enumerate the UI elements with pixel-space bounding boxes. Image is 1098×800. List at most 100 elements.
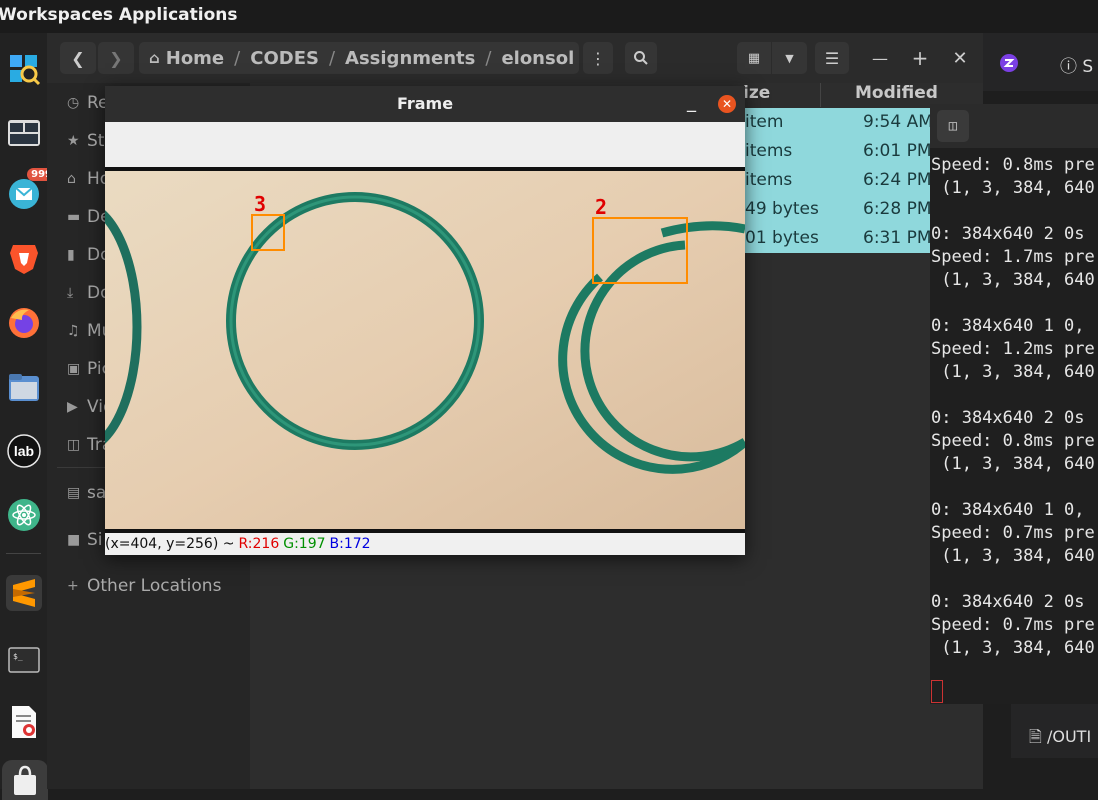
sidebar-item-folder[interactable]: ■ Si bbox=[67, 530, 103, 550]
terminal-line: Speed: 0.8ms pre bbox=[931, 155, 1095, 175]
search-button[interactable] bbox=[625, 42, 657, 74]
main-menu-button[interactable]: ☰ bbox=[815, 42, 849, 74]
search-apps-icon[interactable] bbox=[6, 51, 42, 87]
terminal-output[interactable]: Speed: 0.8ms pre (1, 3, 384, 640 0: 384x… bbox=[931, 154, 1095, 660]
terminal-line: (1, 3, 384, 640 bbox=[931, 178, 1095, 198]
file-manager-headerbar: ❮ ❯ ⌂ Home / CODES / Assignments / elons… bbox=[47, 33, 983, 83]
frame-close-button[interactable]: ✕ bbox=[718, 95, 736, 113]
terminal-line: 0: 384x640 2 0s bbox=[931, 592, 1085, 612]
mail-icon[interactable]: 999 bbox=[6, 168, 56, 212]
frame-window: Frame _ ✕ 3 2 (x=404, y=256) ~ R:216 G:1… bbox=[18, 86, 748, 555]
grid-icon: ▦ bbox=[747, 50, 761, 66]
sidebar-item-drive[interactable]: ▤ sa bbox=[67, 483, 106, 503]
terminal-line: Speed: 1.2ms pre bbox=[931, 339, 1095, 359]
breadcrumb: ⌂ Home / CODES / Assignments / elonsol bbox=[139, 42, 579, 74]
top-bar: Workspaces Applications bbox=[0, 0, 1098, 33]
breadcrumb-codes[interactable]: CODES bbox=[250, 48, 319, 69]
breadcrumb-assignments[interactable]: Assignments bbox=[345, 48, 475, 69]
terminal-line: Speed: 0.7ms pre bbox=[931, 523, 1095, 543]
breadcrumb-separator: / bbox=[234, 47, 241, 69]
document-icon: ▮ bbox=[67, 247, 75, 263]
plus-icon: + bbox=[911, 46, 929, 70]
software-center-icon[interactable] bbox=[2, 760, 48, 800]
jupyterlab-icon[interactable]: lab bbox=[6, 433, 42, 469]
terminal-headerbar: ◫ bbox=[930, 104, 1098, 148]
close-icon: ✕ bbox=[721, 97, 733, 111]
star-icon: ★ bbox=[67, 133, 80, 149]
file-path-label: /OUTI bbox=[1046, 727, 1092, 746]
column-header-modified[interactable]: Modified bbox=[855, 83, 938, 107]
sidebar-item-label: Other Locations bbox=[87, 576, 222, 596]
drive-icon: ▤ bbox=[67, 485, 81, 501]
terminal-line: 0: 384x640 1 0, bbox=[931, 316, 1085, 336]
terminal-line: Speed: 0.7ms pre bbox=[931, 615, 1095, 635]
terminal-icon[interactable]: $_ bbox=[6, 642, 42, 678]
forward-button[interactable]: ❯ bbox=[98, 42, 134, 74]
new-tab-icon: ◫ bbox=[948, 118, 958, 134]
cursor-coordinates: (x=404, y=256) ~ bbox=[105, 536, 235, 552]
path-menu-button[interactable]: ⋮ bbox=[583, 42, 613, 74]
minimize-icon: — bbox=[872, 48, 888, 68]
kebab-menu-icon: ⋮ bbox=[590, 48, 606, 68]
workspaces-applications-menu[interactable]: Workspaces Applications bbox=[0, 5, 237, 25]
view-grid-button[interactable]: ▦ bbox=[737, 42, 771, 74]
sidebar-item-label: sa bbox=[87, 483, 107, 503]
frame-title: Frame bbox=[396, 94, 454, 113]
pixel-green-value: G:197 bbox=[283, 536, 326, 552]
row-modified: 6:31 PM bbox=[863, 228, 932, 248]
row-size: item bbox=[745, 112, 784, 132]
breadcrumb-home[interactable]: Home bbox=[166, 48, 224, 69]
frame-toolbar-area bbox=[105, 122, 745, 167]
editor-tab-bar: ⓘ S bbox=[983, 33, 1098, 91]
terminal-line: 0: 384x640 1 0, bbox=[931, 500, 1085, 520]
terminal-line: (1, 3, 384, 640 bbox=[931, 270, 1095, 290]
pixel-red-value: R:216 bbox=[238, 536, 280, 552]
detection-image: 3 2 bbox=[18, 171, 748, 529]
home-icon: ⌂ bbox=[67, 171, 76, 187]
desktop-icon: ▬ bbox=[67, 209, 81, 225]
row-size: 01 bytes bbox=[745, 228, 819, 248]
row-modified: 6:28 PM bbox=[863, 199, 932, 219]
terminal-line: 0: 384x640 2 0s bbox=[931, 224, 1085, 244]
firefox-icon[interactable] bbox=[6, 305, 42, 341]
row-size: items bbox=[745, 141, 793, 161]
close-button[interactable]: ✕ bbox=[945, 42, 975, 74]
file-path-bar: 🗎 /OUTI bbox=[1011, 701, 1098, 758]
row-size: 49 bytes bbox=[745, 199, 819, 219]
info-tab[interactable]: ⓘ S bbox=[1060, 52, 1093, 77]
column-header-size[interactable]: ize bbox=[743, 83, 770, 107]
trash-icon: ◫ bbox=[67, 437, 81, 453]
workspace-switcher-icon[interactable] bbox=[6, 115, 42, 151]
atom-editor-icon[interactable] bbox=[6, 497, 42, 533]
frame-minimize-button[interactable]: _ bbox=[687, 92, 696, 113]
terminal-cursor bbox=[931, 680, 943, 703]
sidebar-item-other-locations[interactable]: + Other Locations bbox=[67, 576, 221, 596]
sublime-text-icon[interactable] bbox=[6, 575, 42, 611]
breadcrumb-separator: / bbox=[328, 47, 336, 69]
breadcrumb-elonsol[interactable]: elonsol bbox=[501, 48, 574, 69]
camera-frame[interactable]: 3 2 bbox=[18, 167, 748, 533]
maximize-button[interactable]: + bbox=[905, 42, 935, 74]
dock: 999 lab $_ bbox=[0, 33, 56, 800]
brave-browser-icon[interactable] bbox=[6, 240, 42, 276]
view-options-button[interactable]: ▼ bbox=[772, 42, 807, 74]
files-icon[interactable] bbox=[6, 369, 42, 405]
terminal-line: (1, 3, 384, 640 bbox=[931, 546, 1095, 566]
row-modified: 6:24 PM bbox=[863, 170, 932, 190]
file-path[interactable]: 🗎 /OUTI bbox=[1029, 726, 1091, 753]
new-tab-button[interactable]: ◫ bbox=[937, 110, 969, 142]
info-icon: ⓘ bbox=[1060, 57, 1077, 77]
document-viewer-icon[interactable] bbox=[6, 704, 42, 740]
row-modified: 9:54 AM bbox=[863, 112, 933, 132]
back-button[interactable]: ❮ bbox=[60, 42, 96, 74]
clock-icon: ◷ bbox=[67, 95, 80, 111]
home-icon: ⌂ bbox=[149, 49, 160, 67]
copilot-icon[interactable] bbox=[999, 53, 1019, 73]
download-icon: ⤓ bbox=[67, 285, 74, 301]
minimize-button[interactable]: — bbox=[865, 42, 895, 74]
video-icon: ▶ bbox=[67, 399, 78, 415]
